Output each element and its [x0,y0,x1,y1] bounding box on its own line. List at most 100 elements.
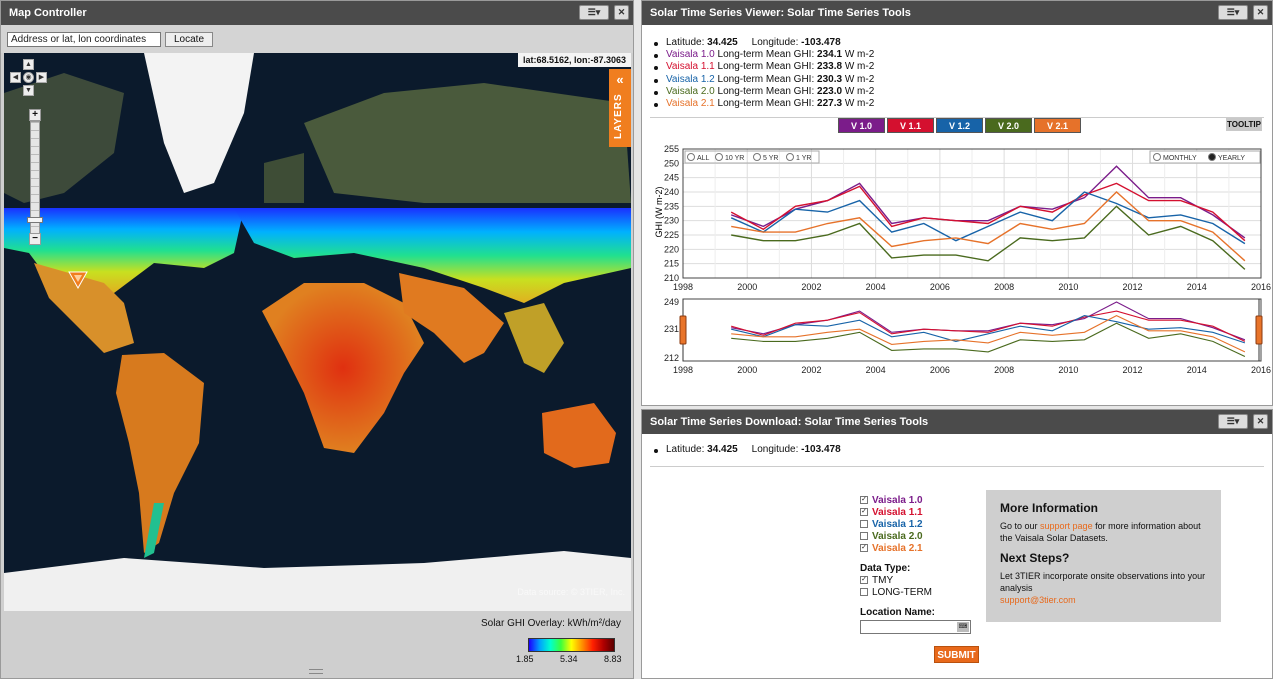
pan-right-arrow-icon[interactable]: ▶ [36,72,47,83]
version-button-v20[interactable]: V 2.0 [985,118,1032,133]
latitude-label: Latitude: [666,444,705,455]
location-name-input[interactable]: ⌨ [860,620,971,634]
range-option-label[interactable]: 10 YR [725,155,744,162]
y-tick-label: 235 [664,201,679,211]
navigator-x-tick-label: 1998 [673,365,693,375]
period-radio-icon[interactable] [1208,153,1216,161]
zoom-slider-thumb[interactable] [27,217,43,223]
version-button-v12[interactable]: V 1.2 [936,118,983,133]
data-type-longterm-checkbox[interactable]: LONG-TERM [860,586,971,598]
download-panel-title: Solar Time Series Download: Solar Time S… [650,416,929,428]
zoom-out-button[interactable]: − [29,233,41,245]
range-radio-icon[interactable] [753,153,761,161]
navigator-handle[interactable] [679,315,687,345]
pan-down-arrow-icon[interactable]: ▼ [23,85,34,96]
navigator-x-tick-label: 2004 [866,365,886,375]
data-source-credit: Data source: © 3TIER, Inc. [517,587,625,597]
navigator-y-tick-label: 249 [664,297,679,307]
navigator-x-tick-label: 2006 [930,365,950,375]
legend-title: Solar GHI Overlay: kWh/m²/day [480,618,621,629]
checkbox-icon[interactable] [860,588,868,596]
dataset-checkbox-v10[interactable]: ✓ Vaisala 1.0 [860,494,971,506]
support-email-link[interactable]: support@3tier.com [1000,594,1207,606]
panel-close-button[interactable]: ✕ [1253,414,1268,429]
range-radio-icon[interactable] [715,153,723,161]
keyboard-icon[interactable]: ⌨ [957,622,969,632]
checkbox-icon[interactable]: ✓ [860,496,868,504]
ghi-value: 227.3 [817,98,843,110]
location-marker-icon[interactable] [68,271,88,289]
time-series-download-panel: Solar Time Series Download: Solar Time S… [641,409,1273,679]
navigator-x-tick-label: 2010 [1058,365,1078,375]
download-panel-header: Solar Time Series Download: Solar Time S… [642,410,1272,434]
checkbox-icon[interactable]: ✓ [860,508,868,516]
checkbox-icon[interactable] [860,532,868,540]
panel-close-button[interactable]: ✕ [1253,5,1268,20]
version-button-v11[interactable]: V 1.1 [887,118,934,133]
panel-menu-button[interactable]: ☰▾ [579,5,609,20]
map-view[interactable]: lat:68.5162, lon:-87.3063 « LAYERS ▲ ◀ ◉… [4,53,631,611]
ghi-time-series-chart[interactable]: GHI (W m-2) 2102152202252302352402452502… [642,141,1273,401]
x-tick-label: 2012 [1123,282,1143,292]
period-option-label[interactable]: YEARLY [1218,155,1245,162]
version-button-v21[interactable]: V 2.1 [1034,118,1081,133]
cursor-coordinate-readout: lat:68.5162, lon:-87.3063 [517,53,631,67]
version-toggle-group: V 1.0 V 1.1 V 1.2 V 2.0 V 2.1 [838,118,1081,133]
locate-button[interactable]: Locate [165,31,214,47]
resize-grip-icon[interactable] [309,669,323,674]
y-tick-label: 240 [664,187,679,197]
submit-button[interactable]: SUBMIT [934,646,979,663]
range-radio-icon[interactable] [687,153,695,161]
legend-color-scale [528,638,615,652]
version-button-v10[interactable]: V 1.0 [838,118,885,133]
checkbox-icon[interactable] [860,520,868,528]
range-option-label[interactable]: 5 YR [763,155,778,162]
range-option-label[interactable]: ALL [697,155,710,162]
y-tick-label: 255 [664,144,679,154]
globe-icon[interactable]: ◉ [23,72,34,83]
map-panel-title: Map Controller [9,7,87,19]
pan-left-arrow-icon[interactable]: ◀ [10,72,21,83]
location-search-input[interactable] [7,31,161,47]
legend-min-label: 1.85 [516,654,534,664]
longitude-label: Longitude: [751,444,799,455]
support-page-link[interactable]: support page [1040,521,1093,531]
data-type-tmy-checkbox[interactable]: ✓ TMY [860,574,971,586]
pan-up-arrow-icon[interactable]: ▲ [23,59,34,70]
data-type-title: Data Type: [860,563,911,574]
range-radio-icon[interactable] [786,153,794,161]
panel-close-button[interactable]: ✕ [614,5,629,20]
ghi-row: Vaisala 1.1 Long-term Mean GHI: 233.8 W … [654,61,1272,73]
range-option-label[interactable]: 1 YR [796,155,811,162]
x-tick-label: 2004 [866,282,886,292]
ghi-unit: W m-2 [844,73,875,85]
dataset-checkbox-v11[interactable]: ✓ Vaisala 1.1 [860,506,971,518]
ghi-unit: W m-2 [844,98,875,110]
checkbox-icon[interactable]: ✓ [860,544,868,552]
panel-menu-button[interactable]: ☰▾ [1218,414,1248,429]
more-info-pre: Go to our [1000,521,1041,531]
download-location: Latitude: 34.425 Longitude: -103.478 [642,434,1272,455]
map-controller-panel: Map Controller ☰▾ ✕ Locate [0,0,634,679]
zoom-in-button[interactable]: + [29,109,41,121]
navigator-area[interactable] [682,298,1262,362]
viewer-panel-title: Solar Time Series Viewer: Solar Time Ser… [650,7,911,19]
navigator-x-tick-label: 2014 [1187,365,1207,375]
x-tick-label: 2006 [930,282,950,292]
dataset-checkbox-v21[interactable]: ✓ Vaisala 2.1 [860,542,971,554]
dataset-checkbox-v12[interactable]: Vaisala 1.2 [860,518,971,530]
info-box: More Information Go to our support page … [986,490,1221,622]
dataset-checkbox-v20[interactable]: Vaisala 2.0 [860,530,971,542]
x-tick-label: 2000 [737,282,757,292]
x-tick-label: 2016 [1251,282,1271,292]
dataset-label: Vaisala 2.1 [872,542,923,554]
map-panel-header: Map Controller ☰▾ ✕ [1,1,633,25]
y-tick-label: 225 [664,230,679,240]
navigator-handle[interactable] [1255,315,1263,345]
layers-toggle-tab[interactable]: « LAYERS [609,69,631,147]
period-option-label[interactable]: MONTHLY [1163,155,1197,162]
period-radio-icon[interactable] [1153,153,1161,161]
tooltip-toggle-button[interactable]: TOOLTIP [1226,118,1262,131]
checkbox-icon[interactable]: ✓ [860,576,868,584]
panel-menu-button[interactable]: ☰▾ [1218,5,1248,20]
